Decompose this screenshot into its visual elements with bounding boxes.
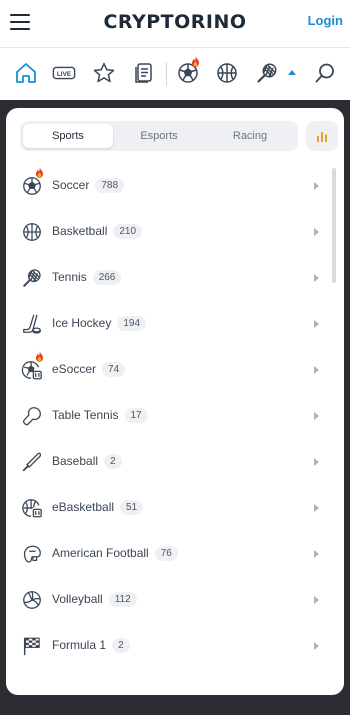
sport-name-wrap: Ice Hockey 194 xyxy=(52,316,147,331)
sport-row-volleyball[interactable]: Volleyball 112 xyxy=(6,577,336,623)
ebasketball-icon xyxy=(21,497,43,519)
stats-icon xyxy=(317,132,327,142)
hot-flame-icon xyxy=(35,351,44,362)
event-count-badge: 17 xyxy=(124,408,148,423)
formula-1-icon xyxy=(21,635,43,657)
category-tabs: Sports Esports Racing xyxy=(20,121,298,151)
tennis-icon[interactable] xyxy=(255,61,279,85)
stats-button[interactable] xyxy=(306,121,338,151)
chevron-right-icon xyxy=(314,228,319,236)
sport-name-wrap: Formula 1 2 xyxy=(52,638,130,653)
sport-name: Soccer xyxy=(52,178,90,192)
tab-esports[interactable]: Esports xyxy=(114,124,204,148)
chevron-right-icon xyxy=(314,642,319,650)
event-count-badge: 51 xyxy=(120,500,144,515)
event-count-badge: 788 xyxy=(95,178,125,193)
chevron-right-icon xyxy=(314,274,319,282)
sport-name: eBasketball xyxy=(52,500,115,514)
sport-name-wrap: eSoccer 74 xyxy=(52,362,126,377)
hot-flame-icon xyxy=(191,56,200,67)
basketball-icon[interactable] xyxy=(215,61,239,85)
sport-name-wrap: Table Tennis 17 xyxy=(52,408,148,423)
soccer-icon xyxy=(21,175,43,197)
sport-name: Formula 1 xyxy=(52,638,107,652)
sport-name-wrap: Basketball 210 xyxy=(52,224,143,239)
sport-row-tennis[interactable]: Tennis 266 xyxy=(6,255,336,301)
sport-row-ebasketball[interactable]: eBasketball 51 xyxy=(6,485,336,531)
sport-name-wrap: Soccer 788 xyxy=(52,178,125,193)
sport-name-wrap: American Football 76 xyxy=(52,546,178,561)
sport-name: Volleyball xyxy=(52,592,103,606)
event-count-badge: 76 xyxy=(154,546,178,561)
chevron-right-icon xyxy=(314,550,319,558)
chevron-right-icon xyxy=(314,366,319,374)
sport-row-table-tennis[interactable]: Table Tennis 17 xyxy=(6,393,336,439)
esoccer-icon xyxy=(21,359,43,381)
icon-divider xyxy=(166,62,167,86)
event-count-badge: 74 xyxy=(102,362,126,377)
tab-racing[interactable]: Racing xyxy=(205,124,295,148)
sports-menu-panel: Sports Esports Racing Soccer 788 Basketba… xyxy=(6,108,344,695)
brand-logo[interactable]: CRYPTORINO xyxy=(0,11,350,33)
sport-name: Table Tennis xyxy=(52,408,119,422)
sport-row-baseball[interactable]: Baseball 2 xyxy=(6,439,336,485)
sport-row-esoccer[interactable]: eSoccer 74 xyxy=(6,347,336,393)
sport-row-ice-hockey[interactable]: Ice Hockey 194 xyxy=(6,301,336,347)
baseball-icon xyxy=(21,451,43,473)
sport-name: Basketball xyxy=(52,224,108,238)
tab-sports[interactable]: Sports xyxy=(23,124,113,148)
sport-row-american-football[interactable]: American Football 76 xyxy=(6,531,336,577)
sport-name: Baseball xyxy=(52,454,99,468)
chevron-right-icon xyxy=(314,596,319,604)
chevron-right-icon xyxy=(314,504,319,512)
login-button[interactable]: Login xyxy=(308,13,343,28)
app-header: CRYPTORINO Login xyxy=(0,0,350,48)
event-count-badge: 194 xyxy=(117,316,147,331)
sport-name: Tennis xyxy=(52,270,87,284)
hot-flame-icon xyxy=(35,167,44,178)
basketball-icon xyxy=(21,221,43,243)
sport-name-wrap: Volleyball 112 xyxy=(52,592,137,607)
ice-hockey-icon xyxy=(21,313,43,335)
betslip-icon[interactable] xyxy=(132,61,156,85)
chevron-right-icon xyxy=(314,182,319,190)
collapse-caret-icon[interactable] xyxy=(288,70,296,75)
tennis-icon xyxy=(21,267,43,289)
live-label: LIVE xyxy=(57,71,72,78)
chevron-right-icon xyxy=(314,458,319,466)
volleyball-icon xyxy=(21,589,43,611)
american-football-icon xyxy=(21,543,43,565)
event-count-badge: 266 xyxy=(92,270,122,285)
star-icon[interactable] xyxy=(92,61,116,85)
sport-row-soccer[interactable]: Soccer 788 xyxy=(6,163,336,209)
home-icon[interactable] xyxy=(14,61,38,85)
event-count-badge: 2 xyxy=(112,638,130,653)
event-count-badge: 210 xyxy=(113,224,143,239)
chevron-right-icon xyxy=(314,320,319,328)
sport-name-wrap: Tennis 266 xyxy=(52,270,122,285)
table-tennis-icon xyxy=(21,405,43,427)
sport-name-wrap: eBasketball 51 xyxy=(52,500,144,515)
search-icon[interactable] xyxy=(313,61,337,85)
event-count-badge: 112 xyxy=(108,592,137,607)
chevron-right-icon xyxy=(314,412,319,420)
sport-name: American Football xyxy=(52,546,149,560)
sport-name: Ice Hockey xyxy=(52,316,112,330)
sport-row-basketball[interactable]: Basketball 210 xyxy=(6,209,336,255)
sport-name-wrap: Baseball 2 xyxy=(52,454,122,469)
sport-icon-bar: LIVE xyxy=(0,48,350,100)
live-icon[interactable]: LIVE xyxy=(52,61,78,85)
sport-name: eSoccer xyxy=(52,362,97,376)
event-count-badge: 2 xyxy=(104,454,122,469)
sport-row-formula-1[interactable]: Formula 1 2 xyxy=(6,623,336,669)
